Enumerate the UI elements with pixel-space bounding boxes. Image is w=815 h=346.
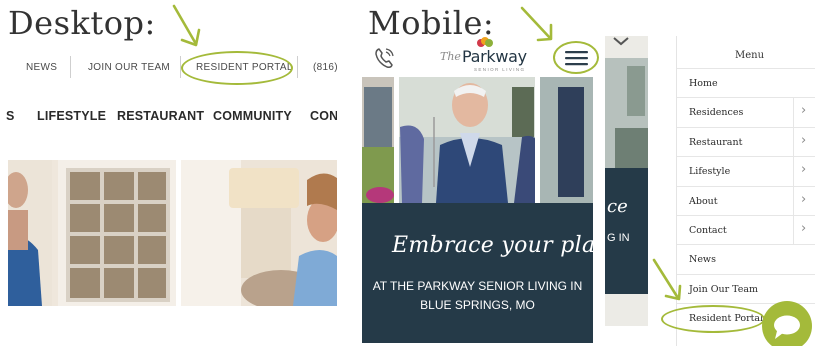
menu-item-contact[interactable]: Contact › [677,216,815,246]
submenu-divider [793,157,794,187]
menu-item-label: Home [689,78,718,89]
menu-item-label: Lifestyle [689,166,731,178]
logo-the-text: The [440,50,461,63]
menu-item-lifestyle[interactable]: Lifestyle › [677,157,815,187]
nav-lifestyle[interactable]: LIFESTYLE [37,109,106,123]
submenu-divider [793,127,794,158]
menu-item-residences[interactable]: Residences › [677,98,815,128]
chat-bubble-icon[interactable] [761,298,815,346]
nav-divider [297,56,298,78]
mobile-hero-photo [362,77,593,203]
nav-community[interactable]: COMMUNITY [213,109,292,123]
pointer-arrow-icon [172,4,201,47]
nav-phone-number[interactable]: (816) 2 [313,62,337,73]
nav-restaurant[interactable]: RESTAURANT [117,109,204,123]
menu-item-label: News [689,254,716,266]
menu-item-restaurant[interactable]: Restaurant › [677,127,815,158]
chevron-right-icon[interactable]: › [801,162,806,177]
menu-item-label: Join Our Team [689,283,759,295]
nav-contact-partial[interactable]: CON [310,109,337,123]
hero-script-heading: Embrace your place [392,233,622,258]
menu-title: Menu [734,50,765,61]
menu-resident-portal-highlight [661,305,765,333]
underlying-page: ce G IN [605,36,648,326]
nav-partial-item[interactable]: S [6,109,15,123]
chevron-right-icon[interactable]: › [801,192,806,207]
nav-news-link[interactable]: NEWS [26,62,57,73]
desktop-photo-left [8,160,176,306]
close-icon[interactable] [611,36,631,52]
pointer-arrow-icon [652,258,682,301]
underlying-hero-overlay: ce G IN [605,168,648,294]
hero-subtitle-line2: BLUE SPRINGS, MO [420,298,535,312]
submenu-divider [793,98,794,128]
phone-icon[interactable] [373,46,395,70]
chevron-right-icon[interactable]: › [801,133,806,148]
underlying-script-partial: ce [607,196,628,217]
submenu-divider [793,186,794,216]
menu-item-label: About [689,195,718,207]
pointer-arrow-icon [520,6,553,42]
hero-subtitle-line1: AT THE PARKWAY SENIOR LIVING IN [372,279,583,293]
desktop-photo-right [181,160,337,306]
desktop-label: Desktop: [8,4,156,42]
logo-tagline-text: SENIOR LIVING [474,67,526,72]
underlying-text-partial: G IN [607,232,630,244]
logo-name-text: Parkway [462,47,527,66]
menu-item-about[interactable]: About › [677,186,815,216]
menu-item-label: Residences [689,107,744,119]
resident-portal-highlight [181,51,293,85]
nav-join-team-link[interactable]: JOIN OUR TEAM [88,62,170,73]
submenu-divider [793,216,794,246]
menu-item-label: Restaurant [689,136,743,148]
menu-item-news[interactable]: News [677,245,815,275]
menu-item-label: Contact [689,225,727,236]
menu-item-home[interactable]: Home [677,69,815,99]
hero-overlay: Embrace your place AT THE PARKWAY SENIOR… [362,203,621,343]
chevron-right-icon[interactable]: › [801,103,806,118]
chevron-right-icon[interactable]: › [801,221,806,236]
nav-divider [70,56,71,78]
